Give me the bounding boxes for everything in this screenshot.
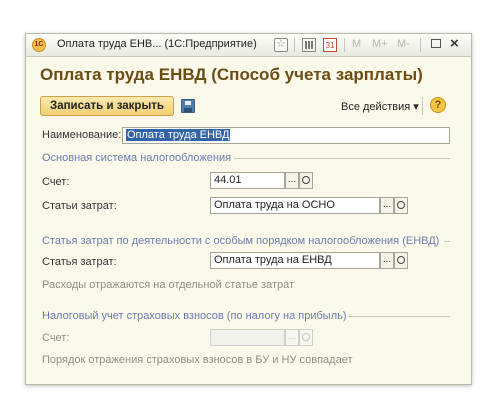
special-cost-label: Статья затрат: (42, 256, 117, 268)
insurance-account-search-button[interactable] (299, 329, 313, 346)
app-1c-icon[interactable]: 1С (32, 38, 46, 52)
insurance-note: Порядок отражения страховых взносов в БУ… (42, 354, 353, 366)
toolbar-separator (422, 97, 423, 115)
main-cost-picker-button[interactable]: ... (380, 197, 394, 214)
main-account-search-button[interactable] (299, 172, 313, 189)
title-bar: 1С Оплата труда ЕНВ... (1С:Предприятие) … (26, 34, 471, 57)
maximize-icon[interactable] (431, 39, 441, 48)
group-divider (348, 316, 450, 317)
calculator-icon[interactable] (302, 38, 316, 52)
all-actions-menu[interactable]: Все действия ▾ (341, 100, 419, 113)
memory-minus-button[interactable]: M- (397, 38, 410, 50)
main-cost-search-button[interactable] (394, 197, 408, 214)
save-icon[interactable] (181, 99, 195, 113)
search-icon (302, 333, 310, 341)
main-cost-field[interactable]: Оплата труда на ОСНО (210, 197, 380, 214)
memory-plus-button[interactable]: M+ (372, 38, 388, 50)
window-title: Оплата труда ЕНВ... (1С:Предприятие) (57, 38, 257, 50)
favorite-icon[interactable] (274, 37, 288, 52)
name-field[interactable]: Оплата труда ЕНВД (122, 127, 450, 144)
group-divider (234, 158, 450, 159)
special-tax-group-title: Статья затрат по деятельности с особым п… (42, 235, 440, 247)
search-icon (397, 256, 405, 264)
group-divider (444, 241, 450, 242)
insurance-account-field[interactable] (210, 329, 285, 346)
main-account-picker-button[interactable]: ... (285, 172, 299, 189)
special-cost-field[interactable]: Оплата труда на ЕНВД (210, 252, 380, 269)
title-separator (420, 38, 421, 52)
close-icon[interactable]: × (450, 35, 459, 52)
name-label: Наименование: (42, 129, 122, 141)
save-and-close-button[interactable]: Записать и закрыть (40, 96, 174, 116)
title-separator (344, 38, 345, 52)
page-title: Оплата труда ЕНВД (Способ учета зарплаты… (40, 65, 423, 84)
insurance-group-title: Налоговый учет страховых взносов (по нал… (42, 310, 347, 322)
title-separator (294, 38, 295, 52)
memory-m-button[interactable]: M (352, 38, 361, 50)
main-account-field[interactable]: 44.01 (210, 172, 285, 189)
main-cost-label: Статьи затрат: (42, 200, 117, 212)
special-cost-picker-button[interactable]: ... (380, 252, 394, 269)
special-cost-note: Расходы отражаются на отдельной статье з… (42, 279, 295, 291)
search-icon (302, 176, 310, 184)
name-value: Оплата труда ЕНВД (126, 129, 231, 141)
insurance-account-label: Счет: (42, 332, 70, 344)
insurance-account-picker-button[interactable]: ... (285, 329, 299, 346)
special-cost-search-button[interactable] (394, 252, 408, 269)
main-tax-group-title: Основная система налогообложения (42, 152, 232, 164)
form-window: 1С Оплата труда ЕНВ... (1С:Предприятие) … (25, 33, 472, 385)
search-icon (397, 201, 405, 209)
calendar-icon[interactable]: 31 (323, 38, 337, 52)
help-icon[interactable]: ? (430, 97, 446, 113)
main-account-label: Счет: (42, 176, 70, 188)
